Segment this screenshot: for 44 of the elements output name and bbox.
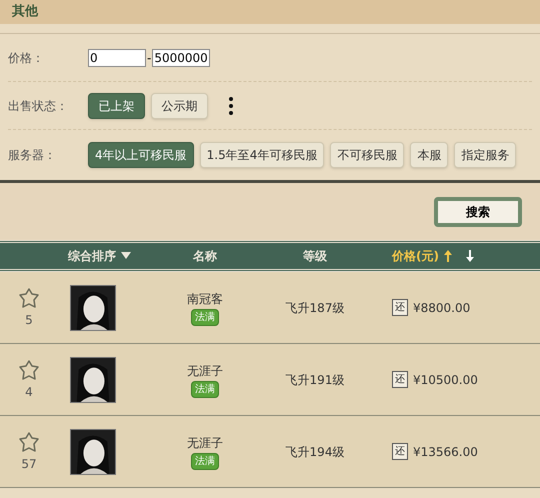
max-price-field[interactable]: 5000000 <box>152 48 210 66</box>
favorite-count: 5 <box>25 312 33 328</box>
favorite-count: 57 <box>21 456 37 472</box>
section-title: 其他 <box>12 3 38 22</box>
filter-option[interactable]: 本服 <box>410 142 448 168</box>
class-tag: 法满 <box>191 380 219 398</box>
star-icon[interactable] <box>18 286 40 308</box>
field-label: 服务器： <box>8 147 57 164</box>
more-icon[interactable] <box>228 96 234 116</box>
field-label: 价格： <box>8 50 45 66</box>
column-header[interactable]: 综合排序 <box>68 247 116 265</box>
filter-option[interactable]: 4年以上可移民服 <box>88 142 194 168</box>
price-text: ¥8800.00 <box>413 300 470 316</box>
star-icon[interactable] <box>18 358 40 380</box>
column-header[interactable]: 价格(元) <box>392 247 439 265</box>
column-header[interactable]: 名称 <box>193 247 217 265</box>
field-label: 出售状态： <box>8 98 69 114</box>
bargain-tag[interactable]: 还 <box>392 443 408 460</box>
bargain-tag[interactable]: 还 <box>392 299 408 316</box>
character-level: 飞升187级 <box>284 300 346 316</box>
filter-option[interactable]: 1.5年至4年可移民服 <box>200 142 324 168</box>
arrow-down-icon[interactable] <box>466 250 474 262</box>
range-separator: - <box>146 50 152 66</box>
price-text: ¥10500.00 <box>413 372 478 388</box>
character-name[interactable]: 南冠客 <box>187 290 223 308</box>
caret-down-icon[interactable] <box>121 252 131 260</box>
price-text: ¥13566.00 <box>413 444 478 460</box>
bargain-tag[interactable]: 还 <box>392 371 408 388</box>
character-level: 飞升191级 <box>284 372 346 388</box>
favorite-count: 4 <box>25 384 33 400</box>
filter-option[interactable]: 已上架 <box>88 92 145 118</box>
class-tag: 法满 <box>191 452 219 470</box>
arrow-up-icon[interactable] <box>444 250 452 262</box>
min-price-field[interactable]: 0 <box>88 48 146 66</box>
filter-option[interactable]: 公示期 <box>151 92 208 118</box>
column-header[interactable]: 等级 <box>303 247 327 265</box>
character-level: 飞升194级 <box>284 444 346 460</box>
character-name[interactable]: 无涯子 <box>187 434 223 452</box>
star-icon[interactable] <box>18 430 40 452</box>
search-button[interactable]: 搜索 <box>434 196 522 226</box>
character-name[interactable]: 无涯子 <box>187 362 223 380</box>
filter-option[interactable]: 不可移民服 <box>330 142 404 168</box>
class-tag: 法满 <box>191 308 219 326</box>
filter-option[interactable]: 指定服务 <box>454 142 516 168</box>
